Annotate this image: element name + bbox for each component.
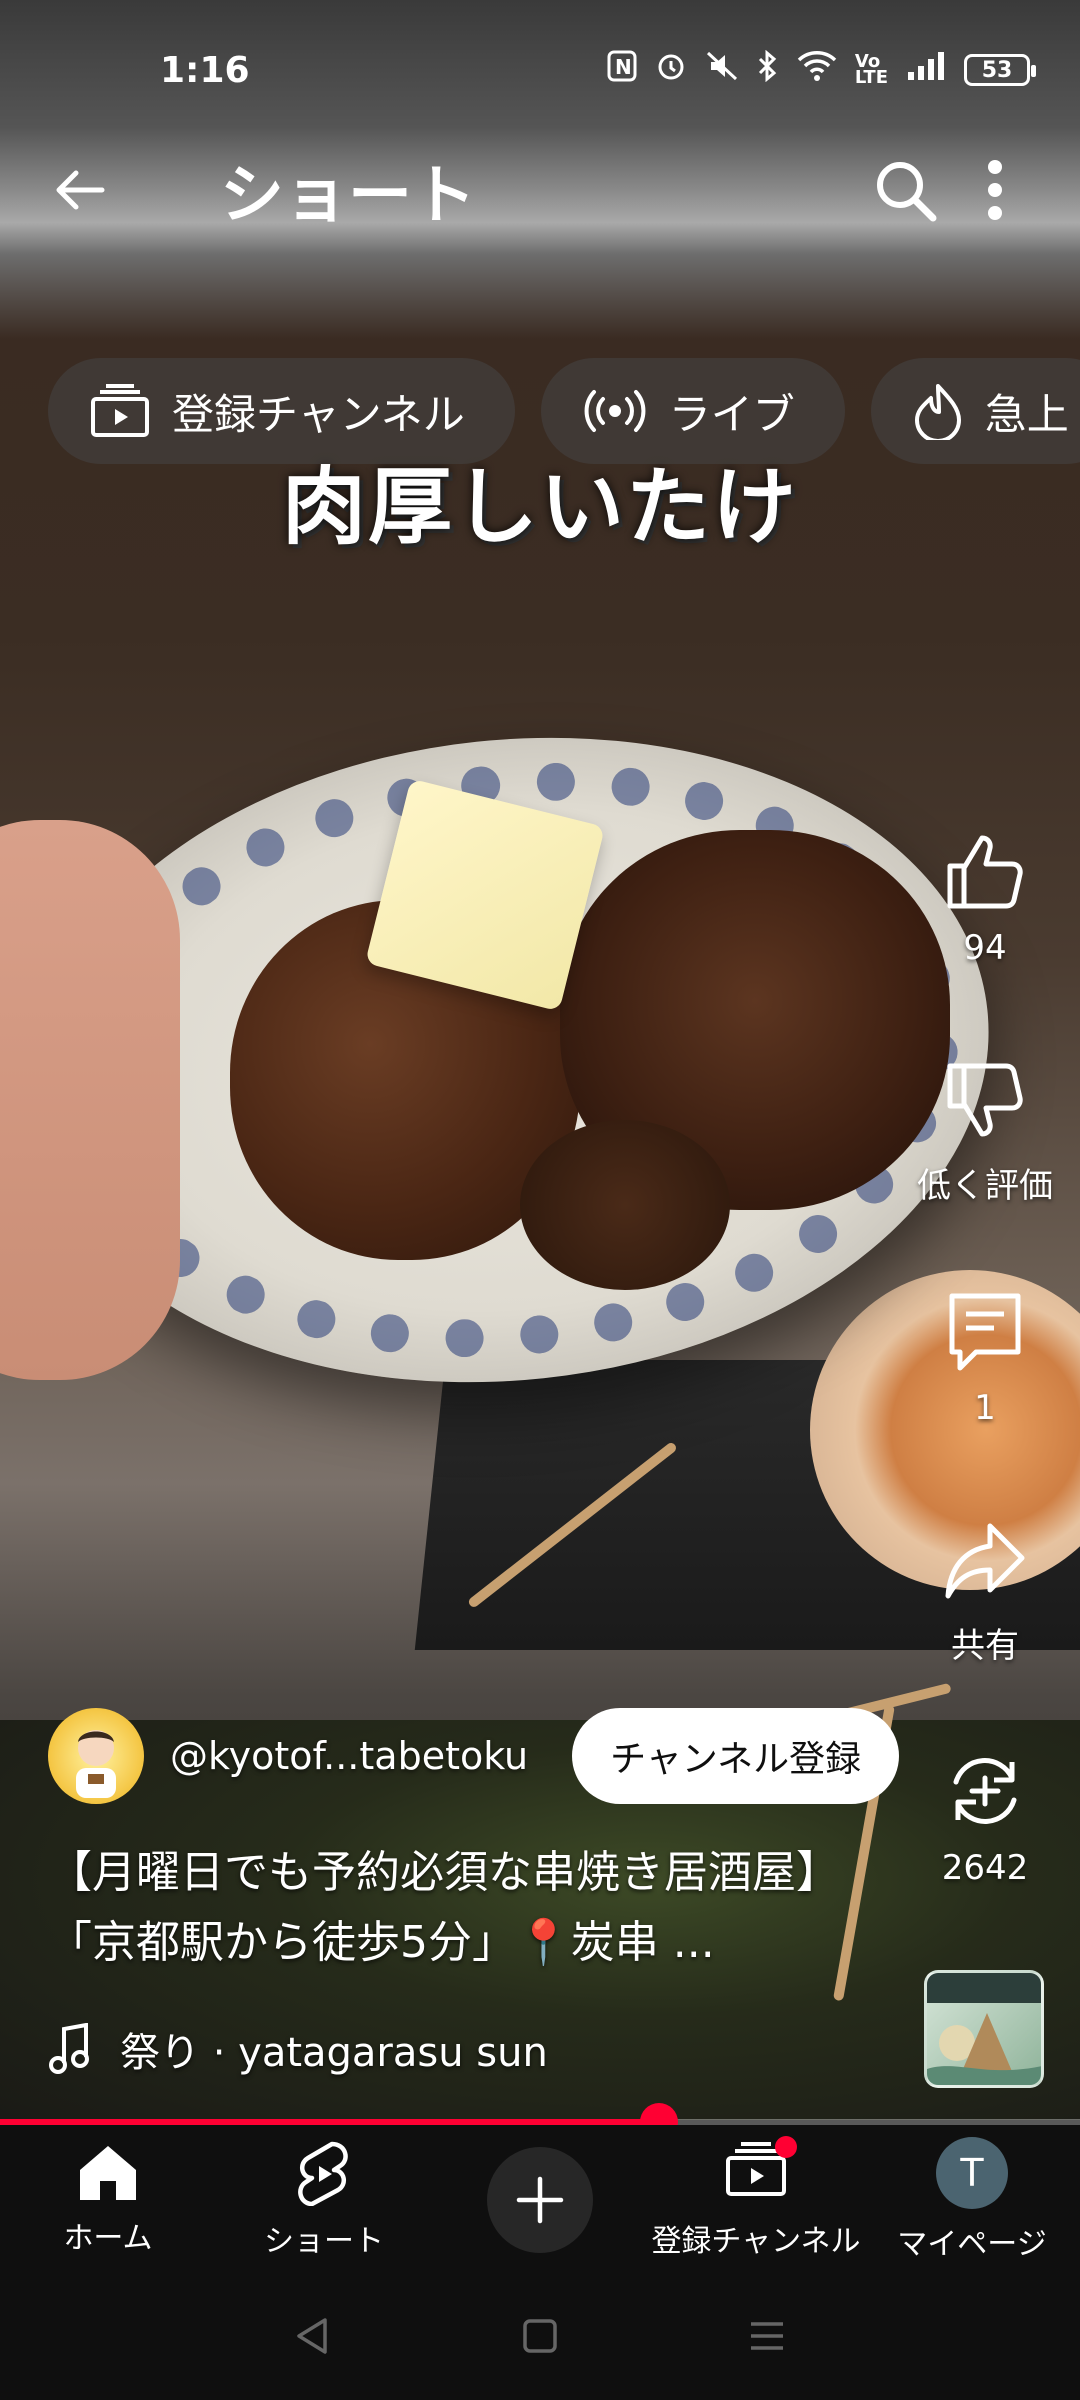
- wifi-icon: [797, 50, 837, 90]
- square-home-icon: [523, 2318, 557, 2353]
- nav-label: ホーム: [63, 2221, 153, 2256]
- music-label: 祭り · yatagarasu sun: [120, 2030, 548, 2076]
- music-row[interactable]: 祭り · yatagarasu sun: [48, 2020, 548, 2078]
- video-hand: [0, 820, 180, 1380]
- share-icon: [945, 1523, 1025, 1599]
- nav-label: ショート: [264, 2224, 384, 2259]
- like-count: 94: [963, 928, 1007, 968]
- status-icons: N Vo LTE 53: [607, 49, 1036, 90]
- nav-label: マイページ: [897, 2227, 1047, 2262]
- nav-label: 登録チャンネル: [651, 2224, 861, 2259]
- chip-trending[interactable]: 急上: [870, 358, 1080, 464]
- more-vert-icon: [988, 160, 1002, 220]
- remix-count: 2642: [941, 1848, 1029, 1888]
- notification-dot: [775, 2136, 797, 2158]
- menu-lines-icon: [750, 2321, 783, 2350]
- chip-subscriptions[interactable]: 登録チャンネル: [48, 358, 515, 464]
- chip-label: 登録チャンネル: [172, 389, 465, 439]
- channel-name[interactable]: @kyotof...tabetoku: [170, 1734, 528, 1778]
- shorts-icon: [298, 2141, 348, 2206]
- nav-subscriptions[interactable]: 登録チャンネル: [648, 2136, 864, 2260]
- video-title[interactable]: 【月曜日でも予約必須な串焼き居酒屋】「京都駅から徒歩5分」📍炭串 ...: [48, 1838, 888, 1978]
- alarm-icon: [655, 50, 687, 90]
- dislike-label: 低く評価: [917, 1166, 1053, 1206]
- trending-icon: [914, 384, 961, 440]
- status-time: 1:16: [160, 49, 250, 91]
- chip-label: ライブ: [668, 389, 795, 439]
- comment-icon: [949, 1293, 1021, 1371]
- filter-chips: 登録チャンネル ライブ 急上: [48, 358, 1080, 464]
- live-icon: [584, 390, 646, 432]
- system-recents-button[interactable]: [747, 2316, 787, 2360]
- more-options-button[interactable]: [950, 145, 1040, 235]
- volte-icon: Vo LTE: [854, 51, 888, 88]
- page-title: ショート: [220, 159, 476, 233]
- nav-create[interactable]: [432, 2147, 648, 2253]
- profile-avatar: T: [936, 2137, 1008, 2209]
- subscribe-button[interactable]: チャンネル登録: [572, 1708, 900, 1804]
- system-home-button[interactable]: [520, 2316, 560, 2360]
- nav-home[interactable]: ホーム: [0, 2143, 216, 2257]
- system-navigation-bar: [0, 2275, 1080, 2400]
- channel-avatar[interactable]: [48, 1708, 144, 1804]
- like-icon: [947, 835, 1023, 909]
- back-button[interactable]: [40, 150, 120, 230]
- signal-icon: [906, 50, 946, 90]
- battery-indicator: 53: [964, 54, 1036, 86]
- search-button[interactable]: [860, 145, 950, 235]
- avatar-illustration-icon: [76, 1730, 116, 1798]
- triangle-back-icon: [297, 2317, 328, 2354]
- subscriptions-icon-wrap: [725, 2136, 797, 2206]
- chip-label: 急上: [984, 389, 1069, 439]
- channel-row: @kyotof...tabetoku チャンネル登録: [48, 1706, 900, 1806]
- svg-text:N: N: [615, 55, 632, 79]
- mute-icon: [705, 50, 739, 90]
- back-arrow-icon: [56, 170, 105, 210]
- dislike-button[interactable]: 低く評価: [917, 1058, 1053, 1207]
- share-button[interactable]: 共有: [920, 1518, 1050, 1667]
- status-bar: 1:16 N Vo LTE 53: [0, 0, 1080, 140]
- music-note-icon: [49, 2023, 89, 2074]
- remix-button[interactable]: 2642: [920, 1748, 1050, 1888]
- system-back-button[interactable]: [293, 2316, 333, 2360]
- home-icon: [80, 2146, 136, 2200]
- search-icon: [877, 162, 937, 222]
- like-button[interactable]: 94: [920, 828, 1050, 968]
- music-thumbnail[interactable]: [924, 1970, 1044, 2088]
- nfc-icon: N: [607, 50, 637, 90]
- album-art-icon: [927, 1973, 1041, 2085]
- remix-icon: [953, 1758, 1017, 1824]
- plus-icon: [516, 2176, 564, 2224]
- top-app-bar: ショート: [0, 140, 1080, 240]
- comment-button[interactable]: 1: [920, 1288, 1050, 1428]
- share-label: 共有: [951, 1626, 1019, 1666]
- create-button[interactable]: [487, 2147, 593, 2253]
- bottom-navigation: ホーム ショート 登録チャンネル T マイページ: [0, 2125, 1080, 2275]
- chip-live[interactable]: ライブ: [540, 358, 845, 464]
- subscriptions-icon: [91, 384, 149, 437]
- nav-my-page[interactable]: T マイページ: [864, 2137, 1080, 2263]
- video-topping: [520, 1120, 730, 1290]
- nav-shorts[interactable]: ショート: [216, 2140, 432, 2260]
- comment-count: 1: [974, 1388, 996, 1428]
- dislike-icon: [947, 1063, 1023, 1137]
- bluetooth-icon: [757, 49, 779, 90]
